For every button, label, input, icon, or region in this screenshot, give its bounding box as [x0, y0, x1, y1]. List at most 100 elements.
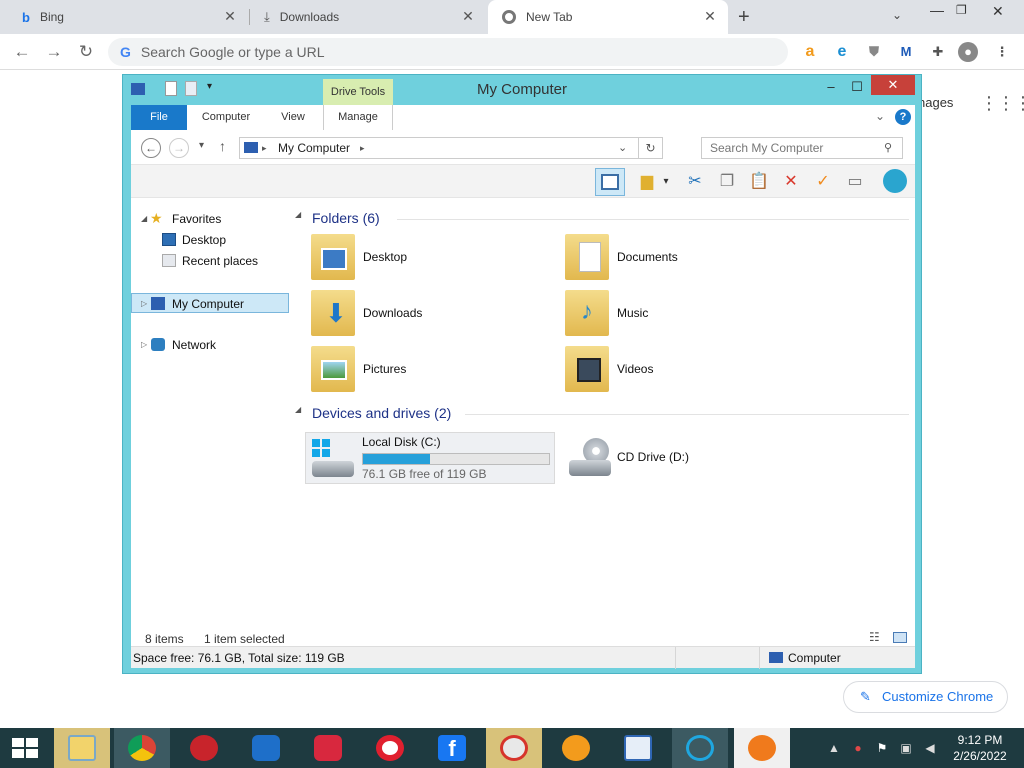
breadcrumb-chevron-icon[interactable]: ▸ [262, 138, 267, 158]
taskbar-recorder[interactable] [300, 728, 356, 768]
apps-grid-icon[interactable]: ⋮⋮⋮ [980, 93, 1024, 114]
red-app-icon [190, 735, 218, 761]
window-close-icon[interactable]: ✕ [871, 75, 915, 95]
drive-cd[interactable]: CD Drive (D:) [563, 432, 803, 484]
close-tab-icon[interactable]: ✕ [460, 8, 476, 24]
system-clock[interactable]: 9:12 PM 2/26/2022 [944, 732, 1016, 764]
nav-recent-places[interactable]: Recent places [131, 251, 289, 271]
expand-arrow-icon[interactable]: ▷ [141, 335, 147, 355]
tab-new-tab[interactable]: New Tab ✕ [488, 0, 728, 34]
taskbar-speedtest[interactable] [672, 728, 728, 768]
group-folders-header[interactable]: ◢ Folders (6) [295, 208, 909, 230]
extensions-puzzle-icon[interactable]: ✚ [928, 42, 948, 62]
window-maximize-icon[interactable]: ☐ [845, 77, 869, 97]
taskbar-app-red[interactable] [176, 728, 232, 768]
large-icons-view-icon[interactable] [893, 632, 907, 643]
folder-desktop[interactable]: Desktop [311, 234, 551, 286]
group-devices-header[interactable]: ◢ Devices and drives (2) [295, 403, 909, 425]
camera-tray-icon[interactable]: ● [850, 740, 866, 756]
search-placeholder: Search My Computer [710, 141, 824, 155]
recent-locations-icon[interactable]: ▾ [199, 140, 204, 151]
taskbar-shield-app[interactable] [238, 728, 294, 768]
tab-file[interactable]: File [131, 105, 187, 130]
minimize-icon[interactable]: — [930, 2, 944, 18]
window-minimize-icon[interactable]: – [819, 77, 843, 97]
taskbar-tasks[interactable] [610, 728, 666, 768]
images-link-fragment[interactable]: nages [918, 95, 953, 110]
tab-computer[interactable]: Computer [193, 105, 259, 130]
network-icon [151, 338, 165, 351]
address-bar[interactable]: ▸ My Computer ▸ ⌄ ↻ [239, 137, 663, 159]
malwarebytes-extension-icon[interactable]: M [896, 42, 916, 62]
taskbar-vpn[interactable] [548, 728, 604, 768]
folder-options-icon[interactable]: ▆ [635, 170, 659, 194]
tab-view[interactable]: View [265, 105, 321, 130]
expand-arrow-icon[interactable]: ▷ [141, 294, 147, 314]
forward-icon[interactable]: → [42, 40, 66, 64]
new-tab-button[interactable]: + [738, 6, 750, 29]
properties-dialog-icon[interactable]: ▭ [843, 170, 867, 194]
paste-icon[interactable]: 📋 [747, 170, 771, 194]
start-button[interactable] [0, 728, 50, 768]
show-hidden-icons-icon[interactable]: ▲ [826, 740, 842, 756]
preview-pane-icon[interactable] [595, 168, 625, 196]
details-view-icon[interactable]: ☷ [869, 630, 880, 644]
omnibox[interactable]: G Search Google or type a URL [108, 38, 788, 66]
collapse-arrow-icon[interactable]: ◢ [295, 405, 301, 414]
amazon-extension-icon[interactable]: a [800, 42, 820, 62]
back-icon[interactable]: ← [141, 138, 161, 158]
flag-tray-icon[interactable]: ⚑ [874, 740, 890, 756]
drive-local-disk[interactable]: Local Disk (C:) 76.1 GB free of 119 GB [305, 432, 555, 484]
taskbar-opera[interactable] [362, 728, 418, 768]
taskbar-avast[interactable] [734, 728, 790, 768]
nav-favorites[interactable]: ◢ ★ Favorites [131, 209, 289, 229]
customize-chrome-button[interactable]: ✎ Customize Chrome [843, 681, 1008, 713]
window-titlebar[interactable]: ▾ Drive Tools My Computer – ☐ ✕ [123, 75, 921, 105]
folder-videos[interactable]: Videos [565, 346, 805, 398]
shield-extension-icon[interactable]: ⛊ [864, 42, 884, 62]
network-tray-icon[interactable]: ▣ [898, 740, 914, 756]
tab-search-icon[interactable]: ⌄ [892, 8, 902, 22]
refresh-icon[interactable]: ↻ [638, 138, 662, 158]
tab-manage[interactable]: Manage [323, 105, 393, 130]
menu-kebab-icon[interactable]: ⋮ [992, 42, 1012, 62]
options-dropdown-icon[interactable]: ▾ [659, 170, 673, 194]
volume-muted-icon[interactable]: ◀ [922, 740, 938, 756]
folder-pictures[interactable]: Pictures [311, 346, 551, 398]
collapse-arrow-icon[interactable]: ◢ [141, 209, 147, 229]
taskbar-facebook[interactable]: f [424, 728, 480, 768]
folder-downloads[interactable]: ⬇ Downloads [311, 290, 551, 342]
help-icon[interactable]: ? [895, 109, 911, 125]
taskbar-chrome[interactable] [114, 728, 170, 768]
breadcrumb-chevron-icon[interactable]: ▸ [360, 138, 365, 158]
folder-documents[interactable]: Documents [565, 234, 805, 286]
collapse-arrow-icon[interactable]: ◢ [295, 210, 301, 219]
back-icon[interactable]: ← [10, 40, 34, 64]
edge-extension-icon[interactable]: e [832, 42, 852, 62]
forward-icon[interactable]: → [169, 138, 189, 158]
up-icon[interactable]: ↑ [219, 138, 226, 154]
tab-downloads[interactable]: ⤓ Downloads ✕ [250, 0, 486, 34]
ribbon-expand-icon[interactable]: ⌄ [875, 109, 885, 123]
breadcrumb-my-computer[interactable]: My Computer [278, 141, 350, 155]
search-input[interactable]: Search My Computer ⚲ [701, 137, 903, 159]
nav-my-computer[interactable]: ▷ My Computer [131, 293, 289, 313]
taskbar-file-explorer[interactable] [54, 728, 110, 768]
folder-music[interactable]: ♪ Music [565, 290, 805, 342]
nav-desktop[interactable]: Desktop [131, 230, 289, 250]
close-tab-icon[interactable]: ✕ [222, 8, 238, 24]
reload-icon[interactable]: ↻ [74, 40, 98, 64]
rename-checkmark-icon[interactable]: ✓ [811, 170, 835, 194]
tab-bing[interactable]: b Bing ✕ [8, 0, 248, 34]
close-window-icon[interactable]: ✕ [992, 3, 1004, 20]
cut-icon[interactable]: ✂ [683, 170, 707, 194]
close-tab-icon[interactable]: ✕ [702, 8, 718, 24]
address-dropdown-icon[interactable]: ⌄ [618, 138, 627, 158]
delete-icon[interactable]: ✕ [779, 170, 803, 194]
restore-icon[interactable]: ❐ [956, 3, 967, 17]
nav-network[interactable]: ▷ Network [131, 335, 289, 355]
globe-icon[interactable] [883, 169, 907, 193]
taskbar-ie-app[interactable] [486, 728, 542, 768]
copy-icon[interactable]: ❐ [715, 170, 739, 194]
profile-avatar-icon[interactable]: ● [958, 42, 978, 62]
